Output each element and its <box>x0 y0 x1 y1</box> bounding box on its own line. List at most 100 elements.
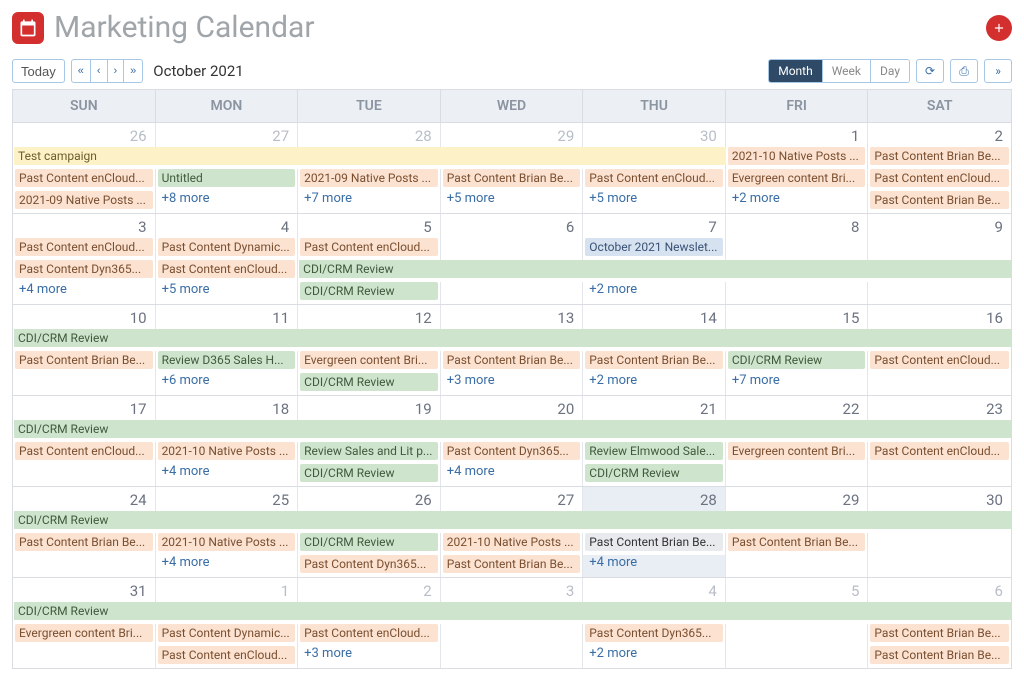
calendar-event[interactable]: Past Content Brian Be... <box>870 646 1009 664</box>
calendar-event[interactable]: CDI/CRM Review <box>728 351 866 369</box>
calendar-event[interactable]: Past Content Dyn365... <box>300 555 438 573</box>
calendar-event[interactable]: Past Content Brian Be... <box>870 624 1009 642</box>
more-link[interactable]: +4 more <box>158 555 296 573</box>
day-cell[interactable]: 23 <box>868 396 1011 420</box>
calendar-event[interactable]: Past Content enCloud... <box>15 169 153 187</box>
day-cell[interactable]: 3 <box>13 214 156 238</box>
calendar-event[interactable]: Review Elmwood Sale... <box>585 442 723 460</box>
calendar-event[interactable]: CDI/CRM Review <box>299 260 1012 278</box>
more-link[interactable]: +7 more <box>300 191 438 209</box>
calendar-event[interactable]: Past Content enCloud... <box>15 442 153 460</box>
day-cell[interactable]: 25 <box>156 487 299 511</box>
day-cell[interactable]: 21 <box>583 396 726 420</box>
nav-next-button[interactable]: › <box>107 59 124 83</box>
calendar-event[interactable]: Past Content Dynamic... <box>158 624 296 642</box>
day-cell[interactable]: 30 <box>583 123 726 147</box>
calendar-event[interactable]: CDI/CRM Review <box>14 511 1012 529</box>
calendar-event[interactable]: Past Content Brian Be... <box>443 351 581 369</box>
day-cell[interactable]: 12 <box>298 305 441 329</box>
day-cell[interactable]: 24 <box>13 487 156 511</box>
calendar-event[interactable]: Past Content Brian Be... <box>870 191 1009 209</box>
calendar-event[interactable]: Past Content Brian Be... <box>15 351 153 369</box>
day-cell[interactable]: 27 <box>156 123 299 147</box>
add-button[interactable] <box>986 15 1012 41</box>
calendar-event[interactable]: Evergreen content Bri... <box>728 169 866 187</box>
calendar-event[interactable]: CDI/CRM Review <box>14 420 1012 438</box>
calendar-event[interactable]: Past Content Dyn365... <box>443 442 581 460</box>
more-link[interactable]: +2 more <box>728 191 866 209</box>
calendar-event[interactable]: 2021-10 Native Posts ... <box>158 442 296 460</box>
day-cell[interactable]: 1 <box>156 578 299 602</box>
nav-prev-button[interactable]: ‹ <box>90 59 107 83</box>
nav-last-button[interactable]: » <box>123 59 143 83</box>
calendar-event[interactable]: Past Content Dyn365... <box>585 624 723 642</box>
day-cell[interactable]: 10 <box>13 305 156 329</box>
day-cell[interactable]: 2 <box>868 123 1011 147</box>
day-cell[interactable]: 19 <box>298 396 441 420</box>
day-cell[interactable]: 9 <box>868 214 1011 238</box>
day-cell[interactable]: 28 <box>583 487 726 511</box>
day-cell[interactable]: 13 <box>441 305 584 329</box>
calendar-event[interactable]: CDI/CRM Review <box>300 282 438 300</box>
calendar-event[interactable]: Past Content enCloud... <box>870 169 1009 187</box>
day-cell[interactable]: 26 <box>13 123 156 147</box>
more-link[interactable]: +4 more <box>585 555 723 573</box>
calendar-event[interactable]: Past Content Brian Be... <box>443 555 581 573</box>
view-day[interactable]: Day <box>871 60 909 82</box>
more-link[interactable]: +2 more <box>585 373 723 391</box>
calendar-event[interactable]: Past Content enCloud... <box>158 260 296 278</box>
calendar-event[interactable]: 2021-09 Native Posts ... <box>15 191 153 209</box>
more-link[interactable]: +4 more <box>158 464 296 482</box>
calendar-event[interactable]: Evergreen content Bri... <box>15 624 153 642</box>
calendar-event[interactable]: CDI/CRM Review <box>585 464 723 482</box>
day-cell[interactable]: 11 <box>156 305 299 329</box>
day-cell[interactable]: 4 <box>156 214 299 238</box>
more-link[interactable]: +3 more <box>443 373 581 391</box>
more-link[interactable]: +2 more <box>585 282 723 300</box>
day-cell[interactable]: 30 <box>868 487 1011 511</box>
calendar-event[interactable]: Review Sales and Lit p... <box>300 442 438 460</box>
print-button[interactable]: ⎙ <box>950 59 978 83</box>
calendar-event[interactable]: 2021-09 Native Posts ... <box>300 169 438 187</box>
day-cell[interactable]: 29 <box>726 487 869 511</box>
more-link[interactable]: +8 more <box>158 191 296 209</box>
calendar-event[interactable]: Past Content Brian Be... <box>15 533 153 551</box>
calendar-event[interactable]: Past Content enCloud... <box>15 238 153 256</box>
day-cell[interactable]: 7 <box>583 214 726 238</box>
more-link[interactable]: +3 more <box>300 646 438 664</box>
day-cell[interactable]: 27 <box>441 487 584 511</box>
view-week[interactable]: Week <box>823 60 871 82</box>
day-cell[interactable]: 17 <box>13 396 156 420</box>
day-cell[interactable]: 28 <box>298 123 441 147</box>
day-cell[interactable]: 31 <box>13 578 156 602</box>
calendar-event[interactable]: Past Content Brian Be... <box>585 533 723 551</box>
calendar-event[interactable]: 2021-10 Native Posts ... <box>728 147 866 165</box>
day-cell[interactable]: 5 <box>298 214 441 238</box>
more-link[interactable]: +6 more <box>158 373 296 391</box>
calendar-event[interactable]: CDI/CRM Review <box>14 602 1012 620</box>
day-cell[interactable]: 1 <box>726 123 869 147</box>
day-cell[interactable]: 14 <box>583 305 726 329</box>
calendar-event[interactable]: CDI/CRM Review <box>300 464 438 482</box>
day-cell[interactable]: 29 <box>441 123 584 147</box>
calendar-event[interactable]: Evergreen content Bri... <box>300 351 438 369</box>
calendar-event[interactable]: Past Content enCloud... <box>585 169 723 187</box>
day-cell[interactable]: 6 <box>868 578 1011 602</box>
calendar-event[interactable]: Past Content Brian Be... <box>728 533 866 551</box>
day-cell[interactable]: 16 <box>868 305 1011 329</box>
more-link[interactable]: +4 more <box>15 282 153 300</box>
more-button[interactable]: » <box>984 59 1012 83</box>
calendar-event[interactable]: Past Content Dyn365... <box>15 260 153 278</box>
calendar-event[interactable]: CDI/CRM Review <box>300 373 438 391</box>
calendar-event[interactable]: Past Content Brian Be... <box>585 351 723 369</box>
day-cell[interactable]: 6 <box>441 214 584 238</box>
calendar-event[interactable]: October 2021 Newslet... <box>585 238 723 256</box>
calendar-event[interactable]: Past Content Dynamic... <box>158 238 296 256</box>
more-link[interactable]: +2 more <box>585 646 723 664</box>
calendar-event[interactable]: Past Content Brian Be... <box>443 169 581 187</box>
more-link[interactable]: +7 more <box>728 373 866 391</box>
calendar-event[interactable]: Past Content enCloud... <box>300 624 438 642</box>
day-cell[interactable]: 3 <box>441 578 584 602</box>
calendar-event[interactable]: CDI/CRM Review <box>300 533 438 551</box>
calendar-event[interactable]: Test campaign <box>14 147 726 165</box>
